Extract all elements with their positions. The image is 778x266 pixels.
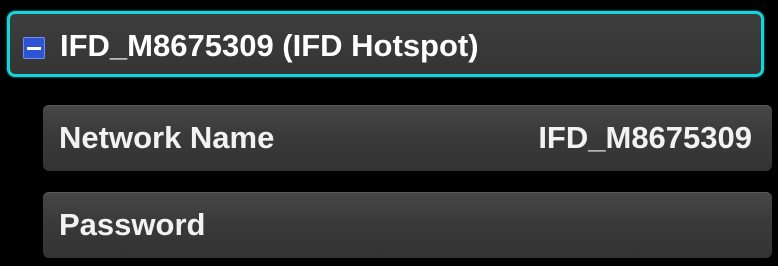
password-row[interactable]: Password — [43, 192, 772, 258]
hotspot-group-title: IFD_M8675309 (IFD Hotspot) — [60, 28, 479, 63]
network-name-value: IFD_M8675309 — [538, 120, 752, 155]
minus-icon — [27, 46, 41, 50]
hotspot-group-header[interactable]: IFD_M8675309 (IFD Hotspot) — [7, 11, 764, 77]
password-label: Password — [59, 207, 206, 242]
collapse-button[interactable] — [23, 37, 45, 59]
hotspot-panel: IFD_M8675309 (IFD Hotspot) Network Name … — [0, 0, 778, 266]
network-name-row[interactable]: Network Name IFD_M8675309 — [43, 105, 772, 171]
network-name-label: Network Name — [59, 120, 275, 155]
